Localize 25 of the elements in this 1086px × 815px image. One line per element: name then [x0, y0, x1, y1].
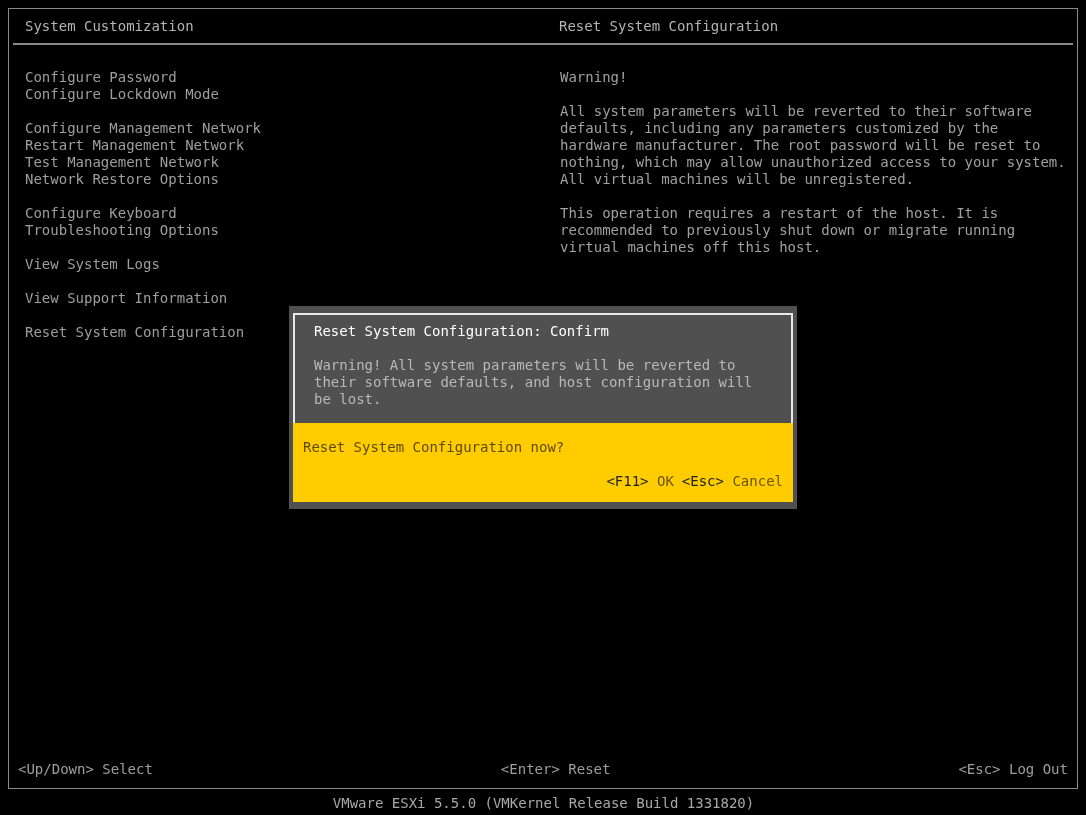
menu-item[interactable]: Network Restore Options	[25, 171, 219, 188]
menu-item[interactable]: View Support Information	[25, 290, 228, 307]
menu-item[interactable]: Configure Lockdown Mode	[25, 86, 219, 103]
dialog-title: Reset System Configuration: Confirm	[314, 323, 609, 340]
menu-item[interactable]: Restart Management Network	[25, 137, 245, 154]
menu-item[interactable]: Troubleshooting Options	[25, 222, 219, 239]
menu-item[interactable]: View System Logs	[25, 256, 160, 273]
key-hint: <Esc> Log Out	[958, 761, 1068, 778]
info-text: Warning!	[560, 69, 628, 86]
panel-title: Reset System Configuration	[558, 17, 779, 35]
action-button[interactable]: <Esc> Cancel	[681, 473, 783, 490]
dialog-message: Warning! All system parameters will be reverted to their software defaults, and host configuration will be lost.	[314, 357, 753, 408]
action-button[interactable]: <F11> OK	[606, 473, 674, 490]
info-text: This operation requires a restart of the host. It is recommended to previously shut down or migrate running virtual machines off this host.	[560, 205, 1016, 256]
menu-item[interactable]: Test Management Network	[25, 154, 219, 171]
version-text: VMware ESXi 5.5.0 (VMKernel Release Build 1331820)	[331, 795, 755, 812]
prompt-text: Reset System Configuration now?	[303, 439, 565, 456]
menu-item[interactable]: Configure Password	[25, 69, 177, 86]
key-hint: <Up/Down> Select	[18, 761, 153, 778]
menu-item[interactable]: Configure Keyboard	[25, 205, 177, 222]
panel-title: System Customization	[24, 17, 194, 35]
info-text: All system parameters will be reverted to their software defaults, including any parameters customized by the hardware manufacturer. The root password will be reset to nothing, which may allow unauthorized access to your system. All virtual machines will be unregistered.	[560, 103, 1066, 188]
key-hint: <Enter> Reset	[500, 761, 611, 778]
menu-item[interactable]: Configure Management Network	[25, 120, 261, 137]
menu-item[interactable]: Reset System Configuration	[25, 324, 245, 341]
